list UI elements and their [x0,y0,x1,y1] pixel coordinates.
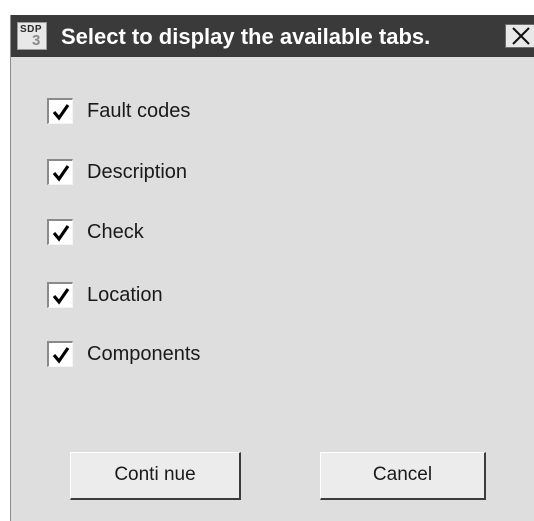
option-check[interactable]: Check [47,218,347,246]
option-fault-codes[interactable]: Fault codes [47,97,347,125]
tab-selection-dialog: SDP 3 Select to display the available ta… [10,15,534,521]
option-components[interactable]: Components [47,340,347,368]
continue-button[interactable]: Conti nue [70,452,241,500]
cancel-button[interactable]: Cancel [320,452,486,500]
check-icon [52,104,70,121]
check-icon [52,165,70,182]
option-description[interactable]: Description [47,158,347,186]
option-label: Description [87,161,188,183]
option-label: Location [87,284,163,306]
option-location[interactable]: Location [47,281,347,309]
close-icon [512,27,530,45]
option-label: Fault codes [87,100,191,122]
close-button[interactable] [505,24,534,48]
check-icon [52,288,70,305]
title-bar: SDP 3 Select to display the available ta… [11,15,534,57]
app-icon-number: 3 [32,32,41,49]
sdp3-app-icon: SDP 3 [17,22,47,50]
checkbox-description[interactable] [47,159,73,185]
dialog-title: Select to display the available tabs. [61,24,431,49]
checkbox-check[interactable] [47,219,73,245]
checkbox-location[interactable] [47,282,73,308]
option-label: Check [87,221,144,243]
option-label: Components [87,343,201,365]
check-icon [52,347,70,364]
checkbox-fault-codes[interactable] [47,98,73,124]
checkbox-components[interactable] [47,341,73,367]
check-icon [52,225,70,242]
